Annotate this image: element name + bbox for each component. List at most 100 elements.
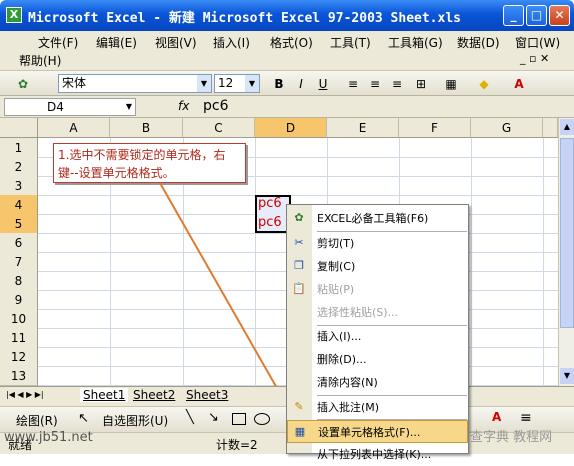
italic-button[interactable]: I bbox=[292, 75, 310, 93]
ctx-insert[interactable]: 插入(I)... bbox=[287, 325, 468, 348]
tab-sheet3[interactable]: Sheet3 bbox=[186, 388, 228, 402]
ctx-cut[interactable]: ✂ 剪切(T) bbox=[287, 232, 468, 255]
cell-d4[interactable]: pc6 bbox=[258, 196, 282, 211]
menu-file[interactable]: 文件(F) bbox=[38, 34, 78, 51]
row-header-7[interactable]: 7 bbox=[0, 252, 38, 272]
row-header-4[interactable]: 4 bbox=[0, 195, 38, 215]
line-style-icon[interactable]: ≡ bbox=[520, 410, 532, 426]
watermark-left: www.jb51.net bbox=[4, 430, 93, 445]
column-header-a[interactable]: A bbox=[38, 118, 110, 138]
cell-d5[interactable]: pc6 bbox=[258, 215, 282, 230]
ctx-format-cells[interactable]: ▦ 设置单元格格式(F)... bbox=[287, 420, 468, 443]
excel-app-icon[interactable]: X bbox=[6, 7, 22, 23]
merge-center-icon[interactable]: ⊞ bbox=[412, 75, 430, 93]
paste-icon: 📋 bbox=[292, 282, 306, 295]
vertical-scrollbar[interactable]: ▲ ▼ bbox=[558, 118, 574, 386]
font-color-icon[interactable]: A bbox=[510, 75, 528, 93]
copy-icon: ❐ bbox=[294, 259, 304, 272]
chevron-down-icon[interactable]: ▼ bbox=[126, 99, 132, 115]
close-button[interactable]: ✕ bbox=[549, 5, 570, 26]
ctx-copy[interactable]: ❐ 复制(C) bbox=[287, 255, 468, 278]
menu-bar: 文件(F) 编辑(E) 视图(V) 插入(I) 格式(O) 工具(T) 工具箱(… bbox=[0, 31, 574, 71]
column-header-g[interactable]: G bbox=[471, 118, 543, 138]
fill-color-icon[interactable]: ◆ bbox=[475, 75, 493, 93]
ctx-pick-from-list[interactable]: 从下拉列表中选择(K)... bbox=[287, 443, 468, 466]
select-objects-icon[interactable]: ↖ bbox=[78, 411, 89, 426]
comment-icon: ✎ bbox=[294, 400, 304, 413]
oval-icon[interactable] bbox=[254, 413, 270, 425]
row-header-10[interactable]: 10 bbox=[0, 309, 38, 329]
menu-tools[interactable]: 工具(T) bbox=[330, 34, 371, 51]
annotation-callout: 1.选中不需要锁定的单元格，右键--设置单元格格式。 bbox=[53, 143, 246, 183]
row-header-5[interactable]: 5 bbox=[0, 214, 38, 234]
menu-data[interactable]: 数据(D) bbox=[457, 34, 500, 51]
row-header-1[interactable]: 1 bbox=[0, 138, 38, 158]
ctx-paste[interactable]: 📋 粘贴(P) bbox=[287, 278, 468, 301]
title-bar: X Microsoft Excel - 新建 Microsoft Excel 9… bbox=[0, 0, 574, 31]
ctx-delete[interactable]: 删除(D)... bbox=[287, 348, 468, 371]
formatting-toolbar: ✿ 宋体 ▼ 12 ▼ B I U ≡ ≡ ≡ ⊞ ▦ ◆ A bbox=[0, 71, 574, 96]
scroll-down-icon[interactable]: ▼ bbox=[560, 368, 574, 384]
status-count: 计数=2 bbox=[216, 438, 258, 452]
row-header-3[interactable]: 3 bbox=[0, 176, 38, 196]
row-header-12[interactable]: 12 bbox=[0, 347, 38, 367]
line-icon[interactable]: ╲ bbox=[186, 410, 194, 425]
minimize-button[interactable]: _ bbox=[503, 5, 524, 26]
column-header-f[interactable]: F bbox=[399, 118, 471, 138]
rectangle-icon[interactable] bbox=[232, 413, 246, 425]
column-header-e[interactable]: E bbox=[327, 118, 399, 138]
row-header-9[interactable]: 9 bbox=[0, 290, 38, 310]
toolbox-icon[interactable]: ✿ bbox=[14, 75, 32, 93]
row-header-6[interactable]: 6 bbox=[0, 233, 38, 253]
column-header-h[interactable] bbox=[543, 118, 558, 138]
tab-sheet2[interactable]: Sheet2 bbox=[133, 388, 175, 402]
align-right-icon[interactable]: ≡ bbox=[388, 75, 406, 93]
format-cells-icon: ▦ bbox=[294, 425, 306, 438]
menu-format[interactable]: 格式(O) bbox=[270, 34, 313, 51]
draw-menu-button[interactable]: 绘图(R) bbox=[16, 412, 58, 429]
column-header-b[interactable]: B bbox=[110, 118, 183, 138]
ctx-insert-comment[interactable]: ✎ 插入批注(M) bbox=[287, 396, 468, 419]
name-box[interactable]: D4 ▼ bbox=[4, 98, 136, 116]
watermark-right: 查字典 教程网 bbox=[470, 430, 553, 445]
align-left-icon[interactable]: ≡ bbox=[344, 75, 362, 93]
ctx-clear-contents[interactable]: 清除内容(N) bbox=[287, 371, 468, 394]
select-all-corner[interactable] bbox=[0, 118, 38, 138]
menu-insert[interactable]: 插入(I) bbox=[213, 34, 250, 51]
chevron-down-icon[interactable]: ▼ bbox=[197, 75, 211, 92]
menu-window[interactable]: 窗口(W) bbox=[515, 34, 560, 51]
row-header-13[interactable]: 13 bbox=[0, 366, 38, 386]
menu-view[interactable]: 视图(V) bbox=[155, 34, 197, 51]
row-header-11[interactable]: 11 bbox=[0, 328, 38, 348]
tab-sheet1[interactable]: Sheet1 bbox=[80, 388, 129, 402]
row-header-8[interactable]: 8 bbox=[0, 271, 38, 291]
fx-icon[interactable]: fx bbox=[178, 99, 189, 113]
column-header-d[interactable]: D bbox=[255, 118, 327, 138]
menu-help[interactable]: 帮助(H) bbox=[19, 52, 61, 69]
column-header-c[interactable]: C bbox=[183, 118, 255, 138]
arrow-icon[interactable]: ↘ bbox=[208, 410, 219, 425]
formula-input[interactable]: pc6 bbox=[203, 98, 229, 114]
bold-button[interactable]: B bbox=[270, 75, 288, 93]
ctx-paste-special[interactable]: 选择性粘贴(S)... bbox=[287, 301, 468, 324]
formula-bar: D4 ▼ fx pc6 bbox=[0, 96, 574, 118]
underline-button[interactable]: U bbox=[314, 75, 332, 93]
borders-icon[interactable]: ▦ bbox=[442, 75, 460, 93]
autoshapes-button[interactable]: 自选图形(U) bbox=[102, 412, 168, 429]
doc-window-controls[interactable]: _ ▫ ✕ bbox=[520, 52, 549, 65]
menu-toolbox[interactable]: 工具箱(G) bbox=[388, 34, 443, 51]
excel-toolbox-icon: ✿ bbox=[294, 211, 304, 224]
font-name-select[interactable]: 宋体 ▼ bbox=[58, 74, 212, 93]
chevron-down-icon[interactable]: ▼ bbox=[245, 75, 259, 92]
maximize-button[interactable]: □ bbox=[526, 5, 547, 26]
ctx-excel-toolbox[interactable]: ✿ EXCEL必备工具箱(F6) bbox=[287, 207, 468, 230]
scissors-icon: ✂ bbox=[294, 236, 304, 249]
scroll-up-icon[interactable]: ▲ bbox=[560, 119, 574, 135]
align-center-icon[interactable]: ≡ bbox=[366, 75, 384, 93]
menu-edit[interactable]: 编辑(E) bbox=[96, 34, 137, 51]
font-size-select[interactable]: 12 ▼ bbox=[214, 74, 260, 93]
scroll-thumb[interactable] bbox=[560, 138, 574, 328]
tab-nav-icons[interactable]: |◀ ◀ ▶ ▶| bbox=[6, 390, 44, 399]
row-header-2[interactable]: 2 bbox=[0, 157, 38, 177]
font-color-icon[interactable]: A bbox=[492, 410, 501, 424]
